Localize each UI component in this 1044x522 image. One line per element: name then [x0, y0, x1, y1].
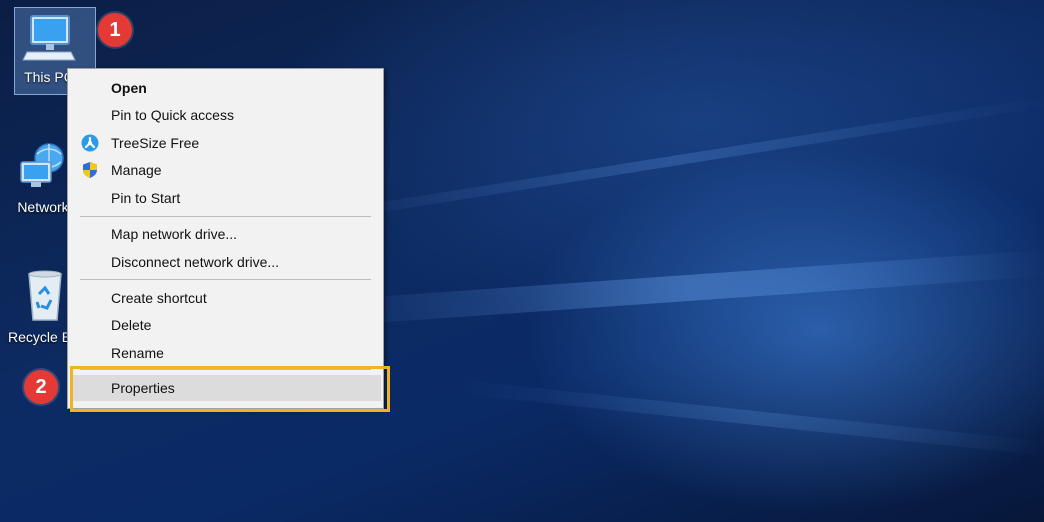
menu-item-map-network-drive[interactable]: Map network drive... — [70, 221, 381, 247]
menu-item-label: Delete — [111, 317, 152, 333]
menu-item-delete[interactable]: Delete — [70, 312, 381, 338]
step-badge-2: 2 — [24, 370, 58, 404]
menu-item-label: Manage — [111, 162, 162, 178]
menu-item-disconnect-network-drive[interactable]: Disconnect network drive... — [70, 249, 381, 275]
menu-item-open[interactable]: Open — [70, 75, 381, 101]
recycle-bin-icon — [28, 270, 62, 321]
menu-separator — [80, 279, 371, 280]
menu-item-pin-quick-access[interactable]: Pin to Quick access — [70, 102, 381, 128]
menu-item-label: Create shortcut — [111, 290, 207, 306]
properties-highlight-box — [70, 366, 390, 412]
menu-item-manage[interactable]: Manage — [70, 157, 381, 183]
menu-item-label: Map network drive... — [111, 226, 238, 242]
menu-item-rename[interactable]: Rename — [70, 340, 381, 366]
menu-item-treesize-free[interactable]: TreeSize Free — [70, 130, 381, 156]
menu-item-create-shortcut[interactable]: Create shortcut — [70, 285, 381, 311]
treesize-icon — [81, 134, 99, 152]
menu-item-label: Rename — [111, 345, 164, 361]
menu-item-label: Pin to Start — [111, 190, 181, 206]
wallpaper-light-ray — [459, 380, 1044, 457]
menu-item-label: Pin to Quick access — [111, 107, 234, 123]
network-icon — [20, 143, 64, 187]
menu-item-label: Open — [111, 80, 147, 96]
wallpaper-light-ray — [299, 96, 1044, 225]
menu-separator — [80, 216, 371, 217]
menu-item-pin-to-start[interactable]: Pin to Start — [70, 185, 381, 211]
menu-item-label: TreeSize Free — [111, 135, 200, 151]
wallpaper-light-ray — [329, 249, 1044, 326]
menu-item-label: Disconnect network drive... — [111, 254, 280, 270]
shield-icon — [83, 162, 97, 178]
step-badge-1: 1 — [98, 13, 132, 47]
computer-icon — [22, 15, 76, 61]
context-menu: Open Pin to Quick access TreeSize Free M… — [67, 68, 384, 409]
